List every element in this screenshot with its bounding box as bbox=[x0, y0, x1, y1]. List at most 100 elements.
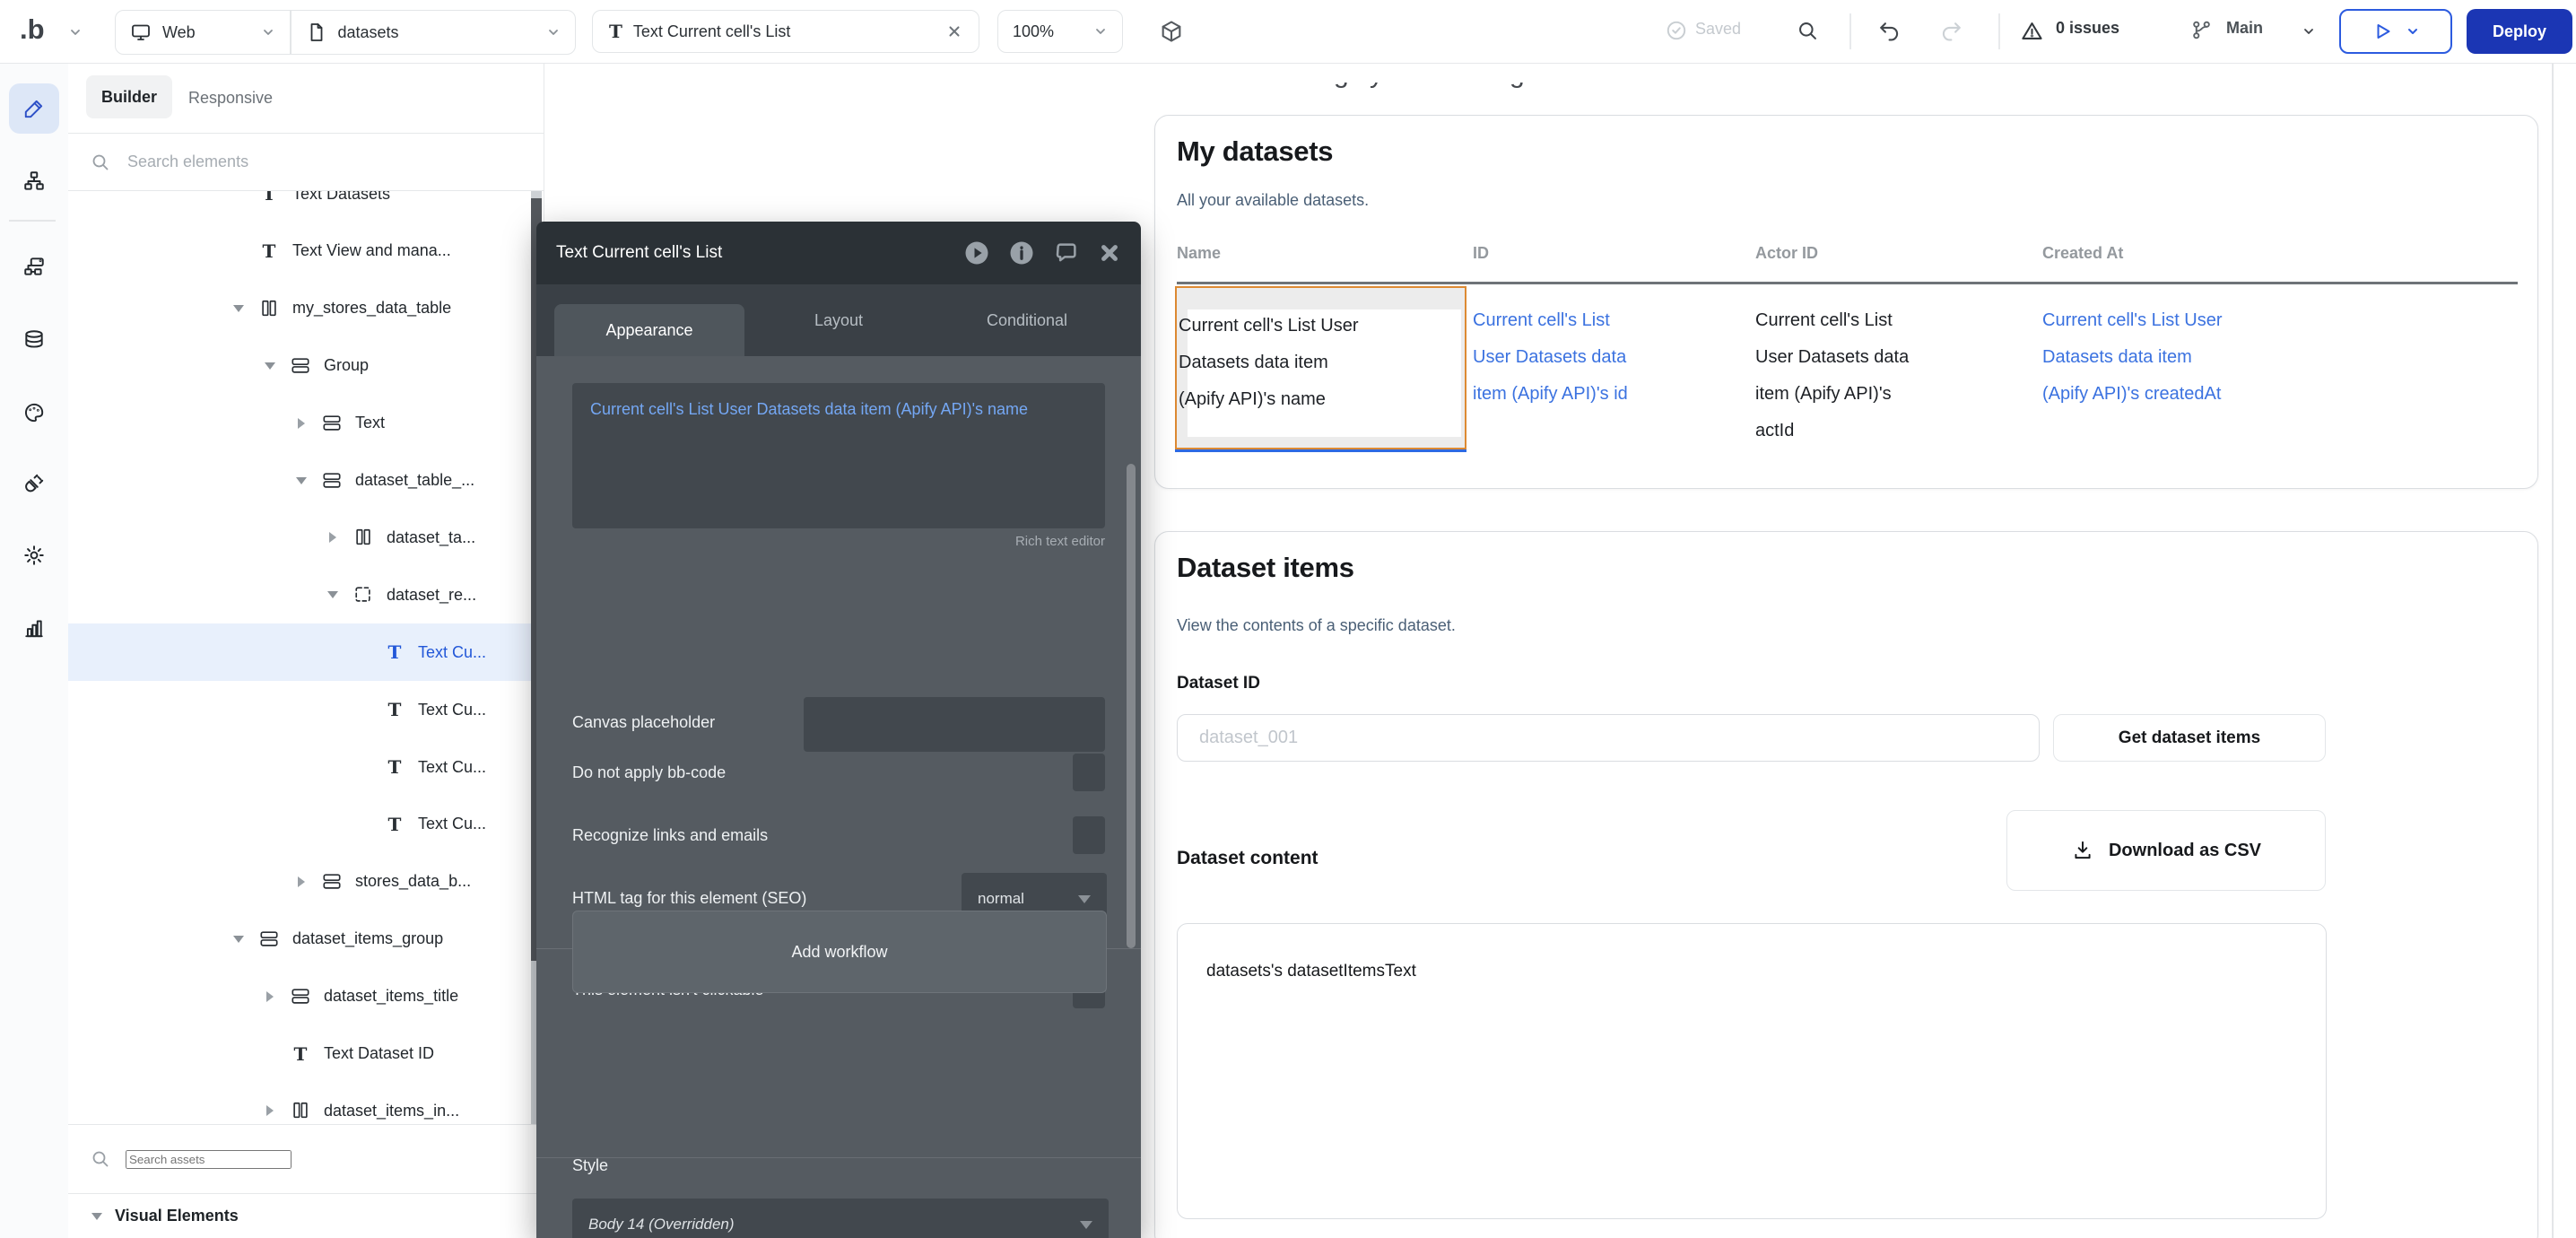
tree-item-dataset-items-in[interactable]: dataset_items_in... bbox=[68, 1082, 544, 1124]
preview-circle-icon[interactable] bbox=[963, 240, 990, 266]
add-workflow-button[interactable]: Add workflow bbox=[572, 911, 1107, 993]
dataset-items-card[interactable]: Dataset items View the contents of a spe… bbox=[1154, 531, 2538, 1238]
issues-badge[interactable]: 0 issues bbox=[2056, 19, 2119, 38]
divider bbox=[1849, 13, 1851, 49]
my-datasets-card[interactable]: My datasets All your available datasets.… bbox=[1154, 115, 2538, 489]
tab-conditional[interactable]: Conditional bbox=[942, 284, 1112, 356]
dataset-items-title[interactable]: Dataset items bbox=[1177, 552, 1354, 584]
open-element-tab[interactable]: T Text Current cell's List bbox=[592, 10, 979, 53]
dataset-cell-3[interactable]: Current cell's List User Datasets data i… bbox=[2042, 302, 2352, 413]
get-dataset-items-button[interactable]: Get dataset items bbox=[2053, 714, 2326, 762]
chevron-down-icon[interactable] bbox=[68, 25, 83, 39]
close-icon[interactable] bbox=[1098, 241, 1121, 265]
bb-code-checkbox[interactable] bbox=[1073, 754, 1105, 791]
tree-item-dataset-table[interactable]: dataset_table_... bbox=[68, 452, 544, 510]
dataset-content-text[interactable]: datasets's datasetItemsText bbox=[1206, 962, 1416, 981]
page-file-icon bbox=[306, 22, 327, 43]
tree-item-group[interactable]: Group bbox=[68, 337, 544, 395]
sitemap-icon[interactable] bbox=[9, 156, 59, 206]
my-datasets-subtitle[interactable]: All your available datasets. bbox=[1177, 191, 1369, 210]
bubble-logo[interactable]: .b bbox=[20, 13, 45, 46]
chart-icon[interactable] bbox=[9, 603, 59, 653]
columns-element-icon bbox=[258, 299, 280, 318]
tree-item-label: Text Datasets bbox=[292, 191, 390, 204]
tree-item-dataset-ta[interactable]: dataset_ta... bbox=[68, 509, 544, 566]
search-assets-input[interactable] bbox=[126, 1150, 292, 1169]
chevron-right-icon[interactable] bbox=[261, 1105, 279, 1116]
plug-icon[interactable] bbox=[9, 458, 59, 509]
platform-select[interactable]: Web bbox=[116, 11, 290, 54]
tab-builder[interactable]: Builder bbox=[86, 75, 172, 118]
tree-item-my-stores-data-table[interactable]: my_stores_data_table bbox=[68, 280, 544, 337]
comment-icon[interactable] bbox=[1053, 240, 1080, 266]
info-icon[interactable] bbox=[1008, 240, 1035, 266]
palette-icon[interactable] bbox=[9, 388, 59, 438]
dataset-id-label[interactable]: Dataset ID bbox=[1177, 674, 1260, 693]
tree-item-text-datasets[interactable]: TText Datasets bbox=[68, 191, 544, 222]
dataset-items-subtitle[interactable]: View the contents of a specific dataset. bbox=[1177, 616, 1456, 635]
tree-item-dataset-items-title[interactable]: dataset_items_title bbox=[68, 968, 544, 1025]
component-cube-icon[interactable] bbox=[1159, 19, 1184, 44]
pencil-icon[interactable] bbox=[9, 83, 59, 134]
tree-item-dataset-re[interactable]: dataset_re... bbox=[68, 566, 544, 623]
search-elements-input[interactable] bbox=[126, 152, 470, 172]
text-expression-editor[interactable]: Current cell's List User Datasets data i… bbox=[572, 383, 1105, 528]
chevron-down-icon[interactable] bbox=[261, 362, 279, 370]
canvas-scrollbar[interactable] bbox=[2552, 63, 2554, 1238]
chevron-right-icon[interactable] bbox=[292, 876, 310, 887]
database-icon[interactable] bbox=[9, 315, 59, 365]
visual-elements-section[interactable]: Visual Elements bbox=[68, 1193, 544, 1238]
tree-item-text-cu[interactable]: TText Cu... bbox=[68, 738, 544, 796]
chevron-down-icon[interactable] bbox=[2302, 24, 2316, 39]
property-editor-titlebar[interactable]: Text Current cell's List bbox=[536, 222, 1141, 284]
tree-item-dataset-items-group[interactable]: dataset_items_group bbox=[68, 911, 544, 968]
zoom-select[interactable]: 100% bbox=[997, 10, 1123, 53]
dataset-cell-2[interactable]: Current cell's List User Datasets data i… bbox=[1755, 302, 2024, 449]
chevron-down-icon[interactable] bbox=[230, 936, 248, 943]
search-assets-row bbox=[68, 1124, 544, 1193]
tab-layout[interactable]: Layout bbox=[771, 284, 906, 356]
chevron-down-icon[interactable] bbox=[292, 477, 310, 484]
property-editor-scrollbar[interactable] bbox=[1127, 464, 1136, 948]
tree-item-text-cu[interactable]: TText Cu... bbox=[68, 796, 544, 853]
chevron-right-icon[interactable] bbox=[261, 991, 279, 1002]
chevron-down-icon[interactable] bbox=[230, 305, 248, 312]
download-csv-button[interactable]: Download as CSV bbox=[2006, 810, 2326, 891]
deploy-button[interactable]: Deploy bbox=[2467, 9, 2572, 54]
tree-item-text-view-and-mana[interactable]: TText View and mana... bbox=[68, 222, 544, 280]
tree-item-text-cu[interactable]: TText Cu... bbox=[68, 681, 544, 738]
branch-label[interactable]: Main bbox=[2226, 19, 2263, 38]
dataset-id-input[interactable] bbox=[1177, 714, 2040, 762]
tree-item-label: Text Cu... bbox=[418, 815, 486, 833]
chevron-right-icon[interactable] bbox=[324, 532, 342, 543]
dataset-cell-0[interactable]: Current cell's List User Datasets data i… bbox=[1179, 308, 1471, 418]
undo-icon[interactable] bbox=[1876, 19, 1902, 44]
redo-icon[interactable] bbox=[1939, 19, 1964, 44]
chevron-right-icon[interactable] bbox=[292, 418, 310, 429]
recognize-links-checkbox[interactable] bbox=[1073, 816, 1105, 854]
download-csv-label: Download as CSV bbox=[2109, 841, 2261, 861]
search-icon[interactable] bbox=[1796, 19, 1820, 43]
chevron-down-icon[interactable] bbox=[324, 591, 342, 598]
tab-responsive[interactable]: Responsive bbox=[188, 63, 273, 134]
tree-item-text[interactable]: Text bbox=[68, 395, 544, 452]
canvas-placeholder-input[interactable] bbox=[804, 697, 1105, 752]
dataset-content-label[interactable]: Dataset content bbox=[1177, 848, 1318, 869]
gear-icon[interactable] bbox=[9, 530, 59, 580]
close-icon[interactable] bbox=[946, 23, 962, 39]
dataset-content-box[interactable]: datasets's datasetItemsText bbox=[1177, 923, 2327, 1219]
preview-button[interactable] bbox=[2339, 9, 2452, 54]
tab-appearance[interactable]: Appearance bbox=[554, 304, 744, 356]
visual-elements-label: Visual Elements bbox=[115, 1207, 239, 1225]
tree-item-stores-data-b[interactable]: stores_data_b... bbox=[68, 853, 544, 911]
workflow-icon[interactable] bbox=[9, 241, 59, 292]
dataset-cell-1[interactable]: Current cell's List User Datasets data i… bbox=[1473, 302, 1738, 413]
style-dropdown[interactable]: Body 14 (Overridden) bbox=[572, 1199, 1109, 1238]
tree-item-text-cu[interactable]: TText Cu... bbox=[68, 623, 544, 681]
rich-text-editor-link[interactable]: Rich text editor bbox=[1015, 534, 1105, 549]
page-select[interactable]: datasets bbox=[292, 11, 576, 54]
tree-item-text-dataset-id[interactable]: TText Dataset ID bbox=[68, 1025, 544, 1083]
my-datasets-title[interactable]: My datasets bbox=[1177, 135, 1333, 168]
property-editor-title: Text Current cell's List bbox=[556, 243, 722, 263]
chevron-down-icon bbox=[91, 1213, 102, 1220]
